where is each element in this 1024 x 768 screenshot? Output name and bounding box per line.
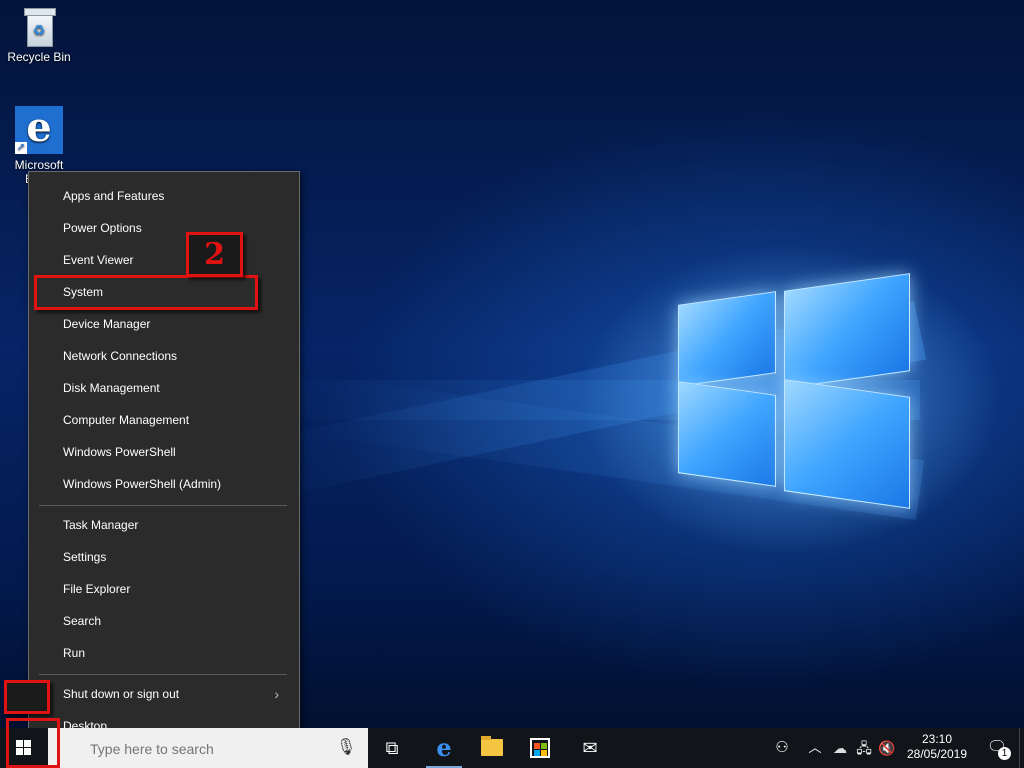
highlight-box-system xyxy=(34,275,258,310)
edge-icon: e ↗ xyxy=(15,106,63,154)
menu-item-windows-powershell-admin[interactable]: Windows PowerShell (Admin) xyxy=(37,469,289,499)
show-desktop-button[interactable] xyxy=(1019,728,1024,768)
recycle-bin-icon: ♻ xyxy=(22,6,56,47)
desktop-icon-label: Recycle Bin xyxy=(7,50,71,64)
menu-separator xyxy=(39,505,287,506)
taskbar-edge-icon[interactable]: e xyxy=(420,728,468,768)
winx-context-menu: Apps and Features Power Options Event Vi… xyxy=(28,171,300,751)
menu-item-windows-powershell[interactable]: Windows PowerShell xyxy=(37,437,289,467)
menu-item-apps-and-features[interactable]: Apps and Features xyxy=(37,181,289,211)
clock[interactable]: 23:10 28/05/2019 xyxy=(900,732,974,762)
menu-item-search[interactable]: Search xyxy=(37,606,289,636)
volume-muted-icon[interactable]: 🔇 xyxy=(876,728,898,768)
wallpaper-windows-logo xyxy=(676,268,912,509)
highlight-box-corner xyxy=(4,680,50,714)
taskbar-search-box[interactable]: 🎙 xyxy=(48,728,368,768)
desktop-icon-recycle-bin[interactable]: ♻ Recycle Bin xyxy=(1,6,77,64)
highlight-box-start-button xyxy=(6,718,60,768)
chevron-up-icon[interactable]: ︿ xyxy=(806,728,824,768)
system-tray: ⚇ ︿ ☁ 🖧 🔇 23:10 28/05/2019 🗨 1 xyxy=(766,728,1024,768)
menu-item-event-viewer[interactable]: Event Viewer xyxy=(37,245,289,275)
onedrive-cloud-icon[interactable]: ☁ xyxy=(830,728,850,768)
menu-separator xyxy=(39,674,287,675)
task-view-icon[interactable]: ⧉ xyxy=(368,728,416,768)
clock-date: 28/05/2019 xyxy=(906,747,968,761)
menu-item-run[interactable]: Run xyxy=(37,638,289,668)
step-number: 2 xyxy=(204,237,225,272)
chevron-right-icon: › xyxy=(274,686,279,702)
menu-item-file-explorer[interactable]: File Explorer xyxy=(37,574,289,604)
menu-item-label: Shut down or sign out xyxy=(63,687,180,701)
people-icon[interactable]: ⚇ xyxy=(770,728,794,768)
step-number-callout: 2 xyxy=(186,232,243,277)
menu-item-shut-down-or-sign-out[interactable]: Shut down or sign out › xyxy=(37,679,289,709)
menu-item-network-connections[interactable]: Network Connections xyxy=(37,341,289,371)
clock-time: 23:10 xyxy=(921,732,953,746)
store-icon[interactable] xyxy=(516,728,564,768)
microphone-icon[interactable]: 🎙 xyxy=(336,738,356,758)
mail-icon[interactable]: ✉ xyxy=(566,728,614,768)
menu-item-task-manager[interactable]: Task Manager xyxy=(37,510,289,540)
network-icon[interactable]: 🖧 xyxy=(854,728,874,768)
menu-item-device-manager[interactable]: Device Manager xyxy=(37,309,289,339)
menu-item-disk-management[interactable]: Disk Management xyxy=(37,373,289,403)
search-input[interactable] xyxy=(88,738,332,760)
menu-item-power-options[interactable]: Power Options xyxy=(37,213,289,243)
menu-item-computer-management[interactable]: Computer Management xyxy=(37,405,289,435)
menu-item-settings[interactable]: Settings xyxy=(37,542,289,572)
notification-count-badge: 1 xyxy=(998,747,1011,760)
file-explorer-icon[interactable] xyxy=(468,728,516,768)
